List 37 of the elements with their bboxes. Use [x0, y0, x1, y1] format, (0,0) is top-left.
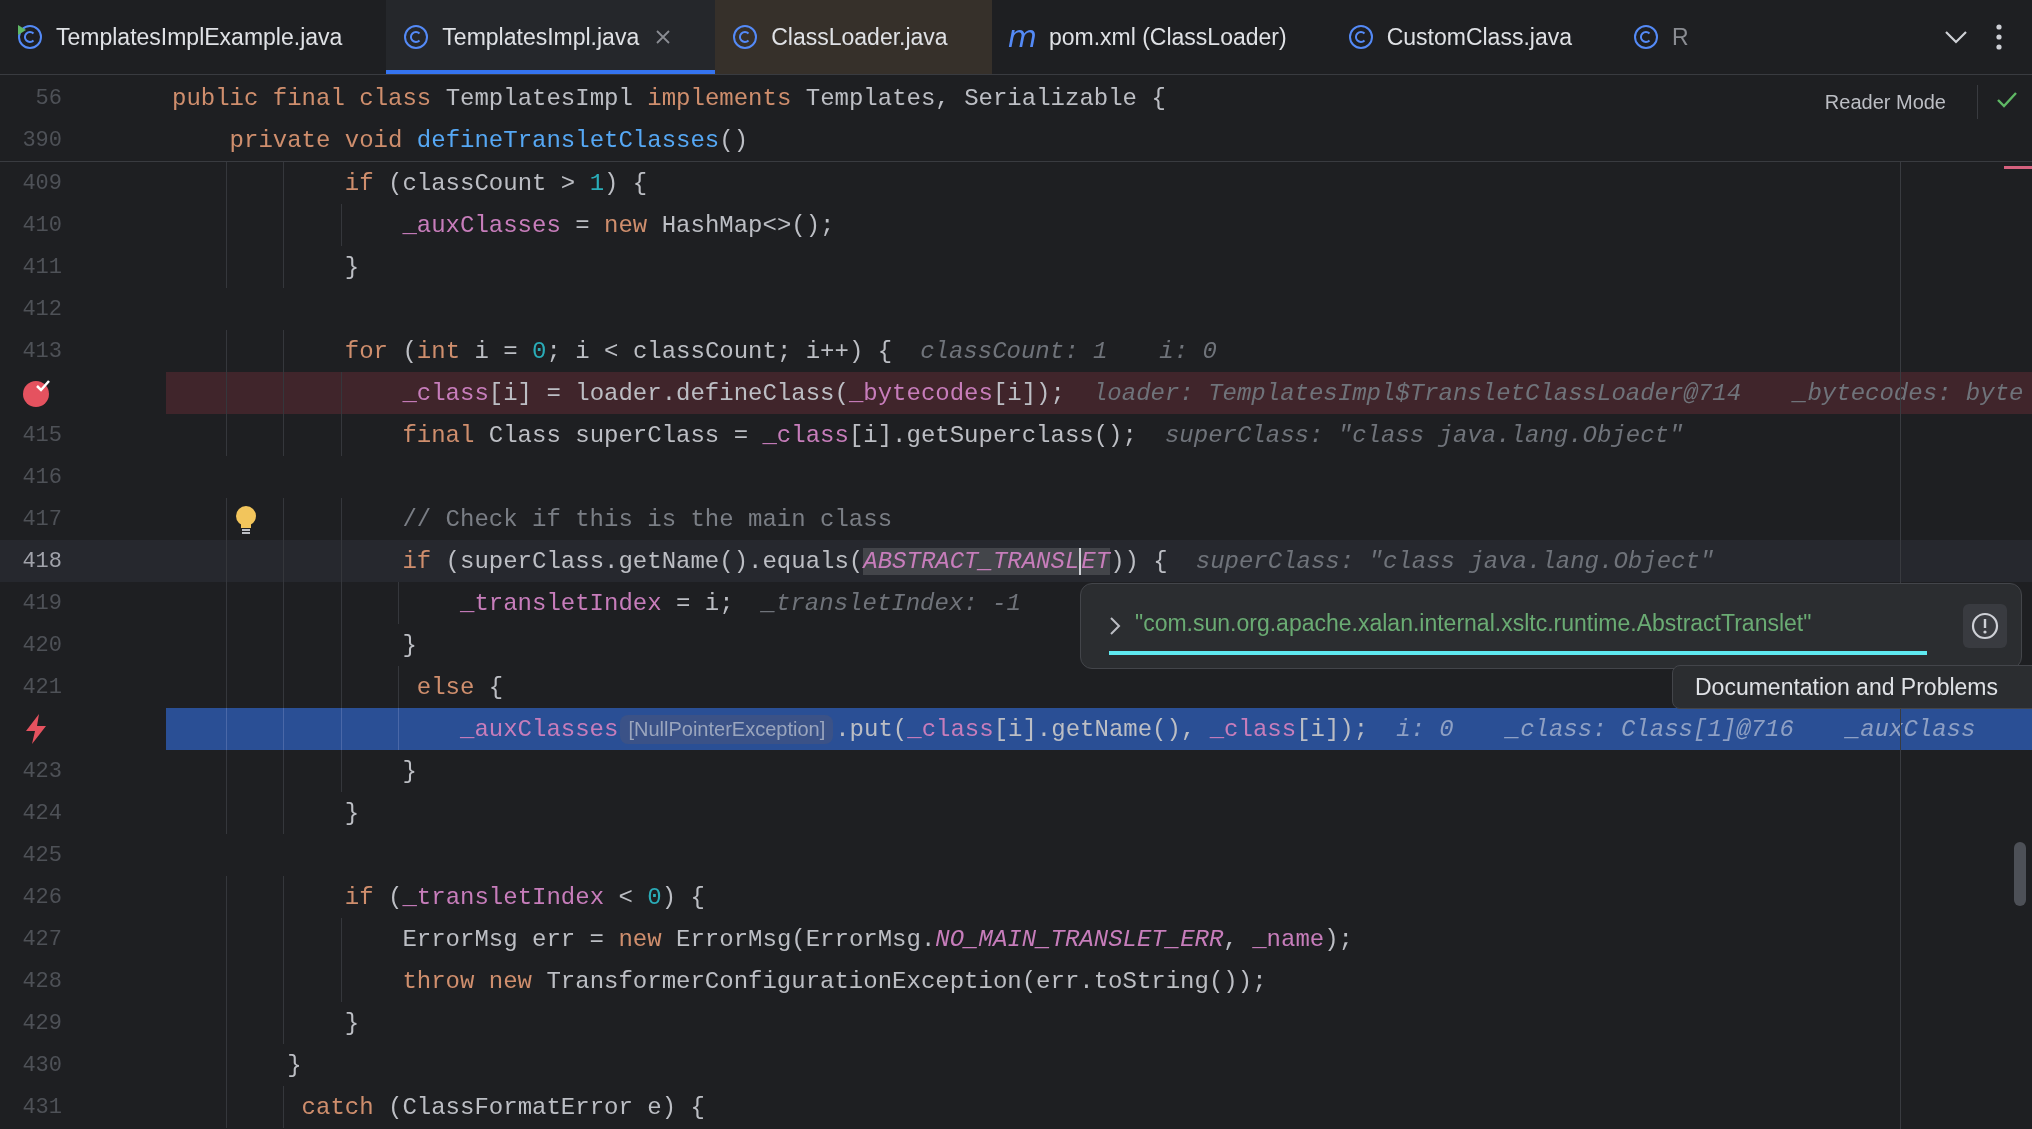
code-text: public final class TemplatesImpl implements Templates, Serializable {: [171, 84, 1166, 112]
code-text: }: [344, 799, 360, 827]
inlay-hint: i: 0: [1159, 337, 1217, 365]
maven-icon: m: [1007, 22, 1037, 52]
inlay-hint: classCount: 1: [920, 337, 1108, 365]
code-text: ErrorMsg err = new ErrorMsg(ErrorMsg.NO_MAIN_TRANSLET_ERR, _name);: [402, 925, 1353, 953]
code-text: final Class superClass = _class[i].getSuperclass();: [402, 421, 1137, 449]
tooltip: Documentation and Problems: [1672, 665, 2032, 709]
exception-badge: [NullPointerException]: [620, 714, 834, 744]
code-text: }: [402, 757, 417, 785]
code-text: }: [402, 631, 417, 659]
code-text: for (int i = 0; i < classCount; i++) {: [344, 337, 893, 365]
code-text: _auxClasses: [460, 715, 619, 743]
inlay-hint: _transletIndex: -1: [761, 589, 1021, 617]
string-value: "com.sun.org.apache.xalan.internal.xsltc.runtime.AbstractTranslet": [1135, 609, 1812, 638]
code-text: _transletIndex = i;: [460, 589, 734, 617]
inlay-hint: _class: Class[1]@716: [1505, 715, 1794, 743]
code-text: }: [344, 1009, 360, 1037]
code-text: throw new TransformerConfigurationException(err.toString());: [402, 967, 1267, 995]
code-text: else {: [416, 673, 504, 701]
code-text: // Check if this is the main class: [402, 505, 893, 533]
inlay-hint: superClass: "class java.lang.Object": [1164, 421, 1684, 449]
inlay-hint: loader: TemplatesImpl$TransletClassLoader@714: [1092, 379, 1742, 407]
line-number: 418: [21, 548, 62, 574]
code-text: .put(_class[i].getName(), _class[i]);: [835, 715, 1369, 743]
code-text: }: [344, 253, 360, 281]
code-text: private void defineTransletClasses(): [228, 126, 749, 154]
code-text: catch (ClassFormatError e) {: [301, 1093, 705, 1121]
inlay-hint: superClass: "class java.lang.Object": [1195, 547, 1715, 575]
code-text: _auxClasses = new HashMap<>();: [402, 211, 835, 239]
inlay-hint: _bytecodes: byte: [1793, 379, 2024, 407]
code-text: if (classCount > 1) {: [344, 169, 648, 197]
code-text: if (_transletIndex < 0) {: [344, 883, 705, 911]
code-text: }: [287, 1051, 302, 1079]
code-text: if (superClass.getName().equals(ABSTRACT_TRANSL ET)) {: [402, 547, 1168, 575]
inlay-hint: i: 0: [1396, 715, 1454, 743]
code-text: _class[i] = loader.defineClass(_bytecodes[i]);: [402, 379, 1065, 407]
